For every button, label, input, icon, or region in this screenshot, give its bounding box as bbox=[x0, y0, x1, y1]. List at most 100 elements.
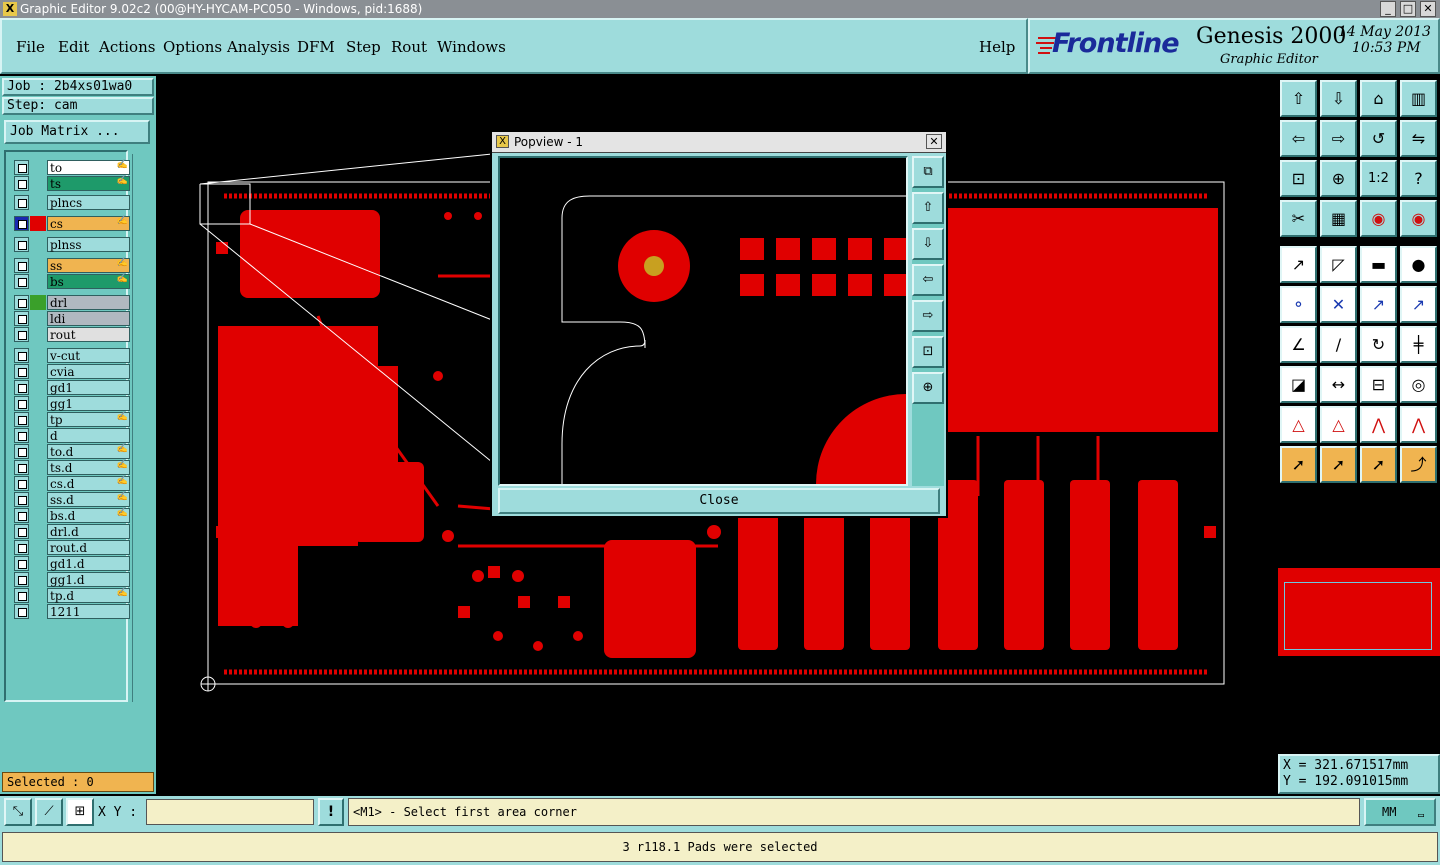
outline-icon[interactable]: ⋀ bbox=[1400, 406, 1437, 443]
popview-up-icon[interactable]: ⇧ bbox=[912, 192, 944, 224]
layer-checkbox[interactable] bbox=[14, 237, 29, 252]
layer-checkbox[interactable] bbox=[14, 364, 29, 379]
layer-row-bs[interactable]: bs ✍ bbox=[14, 274, 130, 289]
layer-scrollbar[interactable] bbox=[132, 154, 152, 702]
layer-checkbox[interactable] bbox=[14, 216, 29, 231]
flip-icon[interactable]: ⇋ bbox=[1400, 120, 1437, 157]
layer-checkbox[interactable] bbox=[14, 274, 29, 289]
node-red-icon[interactable]: ↗ bbox=[1400, 286, 1437, 323]
triangle-blue-icon[interactable]: △ bbox=[1320, 406, 1357, 443]
layer-row-gd1[interactable]: gd1 bbox=[14, 380, 130, 395]
layer-row-cs[interactable]: cs ✍ bbox=[14, 216, 130, 231]
pointer-net-icon[interactable]: ➚ bbox=[1360, 446, 1397, 483]
menu-analysis[interactable]: Analysis bbox=[227, 38, 290, 56]
layer-row-tp-d[interactable]: tp.d ✍ bbox=[14, 588, 130, 603]
layer-row-gd1-d[interactable]: gd1.d bbox=[14, 556, 130, 571]
zoom-area-icon[interactable]: ⤡ bbox=[4, 798, 32, 826]
layer-checkbox[interactable] bbox=[14, 588, 29, 603]
menu-dfm[interactable]: DFM bbox=[297, 38, 335, 56]
layer-checkbox[interactable] bbox=[14, 195, 29, 210]
popview-down-icon[interactable]: ⇩ bbox=[912, 228, 944, 260]
layer-checkbox[interactable] bbox=[14, 396, 29, 411]
layer-row-1211[interactable]: 1211 bbox=[14, 604, 130, 619]
layer-row-ldi[interactable]: ldi bbox=[14, 311, 130, 326]
layer-checkbox[interactable] bbox=[14, 348, 29, 363]
layer-row-plnss[interactable]: plnss bbox=[14, 237, 130, 252]
xy-input[interactable] bbox=[146, 799, 314, 825]
layer-row-rout-d[interactable]: rout.d bbox=[14, 540, 130, 555]
grid-snap-icon[interactable]: ⊞ bbox=[66, 798, 94, 826]
measure-tool-icon[interactable]: ⟋ bbox=[35, 798, 63, 826]
layer-checkbox[interactable] bbox=[14, 572, 29, 587]
snap-icon[interactable]: ◉ bbox=[1360, 200, 1397, 237]
layer-checkbox[interactable] bbox=[14, 295, 29, 310]
triangle-icon[interactable]: △ bbox=[1280, 406, 1317, 443]
array-icon[interactable]: ⊟ bbox=[1360, 366, 1397, 403]
layer-row-to[interactable]: to ✍ bbox=[14, 160, 130, 175]
layer-row-rout[interactable]: rout bbox=[14, 327, 130, 342]
popview-close-icon[interactable]: ✕ bbox=[926, 134, 942, 149]
route-icon[interactable]: ⤴ bbox=[1400, 446, 1437, 483]
layer-checkbox[interactable] bbox=[14, 508, 29, 523]
split-icon[interactable]: ╪ bbox=[1400, 326, 1437, 363]
layer-row-cvia[interactable]: cvia bbox=[14, 364, 130, 379]
group-icon[interactable]: ◎ bbox=[1400, 366, 1437, 403]
layer-checkbox[interactable] bbox=[14, 476, 29, 491]
popview-fit-icon[interactable]: ⊡ bbox=[912, 336, 944, 368]
layer-checkbox[interactable] bbox=[14, 444, 29, 459]
ruler-icon[interactable]: ▬ bbox=[1360, 246, 1397, 283]
help-icon[interactable]: ? bbox=[1400, 160, 1437, 197]
break-icon[interactable]: ↔ bbox=[1320, 366, 1357, 403]
layer-checkbox[interactable] bbox=[14, 327, 29, 342]
alert-icon[interactable]: ! bbox=[318, 798, 344, 826]
menu-help[interactable]: Help bbox=[979, 38, 1015, 56]
layer-checkbox[interactable] bbox=[14, 524, 29, 539]
move-icon[interactable]: ✕ bbox=[1320, 286, 1357, 323]
layer-row-gg1-d[interactable]: gg1.d bbox=[14, 572, 130, 587]
snap-active-icon[interactable]: ◉ bbox=[1400, 200, 1437, 237]
menu-rout[interactable]: Rout bbox=[391, 38, 427, 56]
layer-row-ts-d[interactable]: ts.d ✍ bbox=[14, 460, 130, 475]
connect-icon[interactable]: ⚬ bbox=[1280, 286, 1317, 323]
menu-step[interactable]: Step bbox=[346, 38, 381, 56]
feature-icon[interactable]: ◪ bbox=[1280, 366, 1317, 403]
fit-icon[interactable]: ⊡ bbox=[1280, 160, 1317, 197]
layer-checkbox[interactable] bbox=[14, 160, 29, 175]
layer-row-ss[interactable]: ss ✍ bbox=[14, 258, 130, 273]
grid-icon[interactable]: ▦ bbox=[1320, 200, 1357, 237]
menu-edit[interactable]: Edit bbox=[58, 38, 89, 56]
minimize-button[interactable]: _ bbox=[1380, 1, 1396, 17]
popview-center-icon[interactable]: ⊕ bbox=[912, 372, 944, 404]
home-icon[interactable]: ⌂ bbox=[1360, 80, 1397, 117]
draw-line-icon[interactable]: ◸ bbox=[1320, 246, 1357, 283]
layer-checkbox[interactable] bbox=[14, 311, 29, 326]
layer-checkbox[interactable] bbox=[14, 176, 29, 191]
menu-windows[interactable]: Windows bbox=[437, 38, 506, 56]
layer-row-tp[interactable]: tp ✍ bbox=[14, 412, 130, 427]
zoom-out-icon[interactable]: ⇩ bbox=[1320, 80, 1357, 117]
rotate-icon[interactable]: ↺ bbox=[1360, 120, 1397, 157]
select-icon[interactable]: ↗ bbox=[1280, 246, 1317, 283]
layer-checkbox[interactable] bbox=[14, 540, 29, 555]
arc-icon[interactable]: ↻ bbox=[1360, 326, 1397, 363]
layer-row-v-cut[interactable]: v-cut bbox=[14, 348, 130, 363]
layer-checkbox[interactable] bbox=[14, 258, 29, 273]
layer-row-to-d[interactable]: to.d ✍ bbox=[14, 444, 130, 459]
angle-icon[interactable]: ∠ bbox=[1280, 326, 1317, 363]
layer-row-cs-d[interactable]: cs.d ✍ bbox=[14, 476, 130, 491]
measure-icon[interactable]: ✂ bbox=[1280, 200, 1317, 237]
layer-checkbox[interactable] bbox=[14, 604, 29, 619]
scale-1-2-icon[interactable]: 1:2 bbox=[1360, 160, 1397, 197]
layer-checkbox[interactable] bbox=[14, 380, 29, 395]
units-select[interactable]: MM ▭ bbox=[1364, 798, 1436, 826]
line-icon[interactable]: / bbox=[1320, 326, 1357, 363]
popview-right-icon[interactable]: ⇨ bbox=[912, 300, 944, 332]
layer-checkbox[interactable] bbox=[14, 412, 29, 427]
node-icon[interactable]: ↗ bbox=[1360, 286, 1397, 323]
layer-checkbox[interactable] bbox=[14, 428, 29, 443]
maximize-button[interactable]: □ bbox=[1400, 1, 1416, 17]
layer-row-bs-d[interactable]: bs.d ✍ bbox=[14, 508, 130, 523]
popview-viewport[interactable] bbox=[498, 156, 908, 486]
layer-row-d[interactable]: d bbox=[14, 428, 130, 443]
center-icon[interactable]: ⊕ bbox=[1320, 160, 1357, 197]
